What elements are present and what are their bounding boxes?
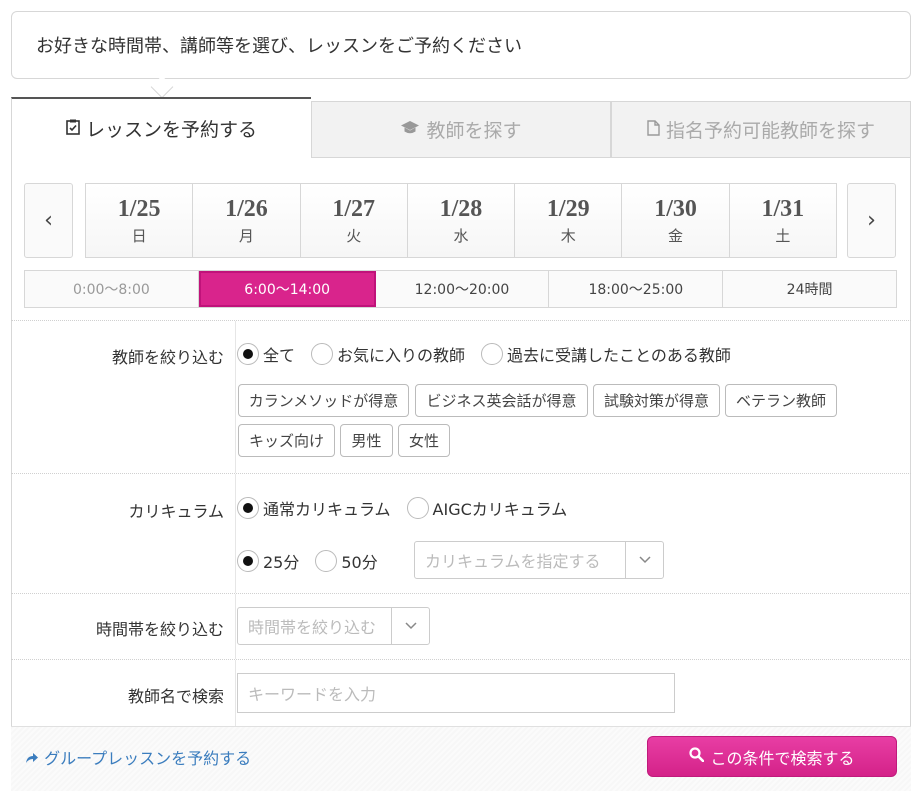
curriculum-select-placeholder: カリキュラムを指定する [425, 552, 601, 571]
name-search-label: 教師名で検索 [127, 687, 224, 706]
date-item[interactable]: 1/25 日 [86, 184, 194, 257]
chevron-left-icon: ‹ [44, 208, 53, 233]
time-slot[interactable]: 12:00〜20:00 [375, 271, 550, 307]
time-slot[interactable]: 0:00〜8:00 [25, 271, 199, 307]
time-slot[interactable]: 24時間 [723, 271, 896, 307]
date-weekday: 日 [131, 226, 147, 245]
date-item[interactable]: 1/27 火 [300, 184, 408, 257]
document-icon [647, 119, 660, 140]
row-divider [235, 594, 236, 659]
duration-options: 25分 50分 [237, 549, 394, 573]
radio-favorite-teachers[interactable]: お気に入りの教師 [311, 342, 465, 366]
radio-label: 25分 [263, 553, 300, 572]
date-number: 1/31 [761, 195, 805, 222]
row-divider [235, 660, 236, 726]
radio-circle [311, 343, 334, 365]
search-button[interactable]: この条件で検索する [647, 736, 897, 777]
curriculum-select[interactable]: カリキュラムを指定する [414, 541, 664, 579]
time-filter-select[interactable]: 時間帯を絞り込む [237, 607, 430, 645]
curriculum-type-options: 通常カリキュラム AIGCカリキュラム [237, 496, 583, 520]
tab-label: レッスンを予約する [85, 119, 257, 141]
tag-kids[interactable]: キッズ向け [238, 424, 335, 457]
teacher-filter-options: 全て お気に入りの教師 過去に受講したことのある教師 [237, 342, 747, 366]
tag-male[interactable]: 男性 [340, 424, 393, 457]
radio-label: 通常カリキュラム [263, 500, 391, 519]
clipboard-check-icon [66, 119, 80, 139]
curriculum-label: カリキュラム [128, 502, 224, 521]
tag-female[interactable]: 女性 [398, 424, 450, 457]
date-number: 1/28 [439, 195, 483, 222]
radio-50min[interactable]: 50分 [315, 549, 378, 573]
radio-all[interactable]: 全て [237, 342, 295, 366]
row-divider [235, 474, 236, 593]
time-filter-row: 時間帯を絞り込む [11, 593, 911, 659]
date-number: 1/27 [332, 195, 376, 222]
tab-find-teacher[interactable]: 教師を探す [311, 101, 611, 158]
time-slot-selected[interactable]: 6:00〜14:00 [198, 271, 376, 307]
bubble-pointer [150, 75, 174, 99]
instruction-bubble: お好きな時間帯、講師等を選び、レッスンをご予約ください [11, 11, 911, 99]
tab-bar: レッスンを予約する 教師を探す 指名予約可能教師を探す [11, 97, 911, 158]
date-number: 1/26 [225, 195, 268, 222]
teacher-name-input[interactable]: キーワードを入力 [237, 673, 675, 713]
radio-label: 50分 [341, 553, 378, 572]
search-icon [689, 747, 705, 766]
date-item[interactable]: 1/30 金 [622, 184, 730, 257]
tab-label: 指名予約可能教師を探す [665, 120, 875, 142]
group-lesson-link[interactable]: グループレッスンを予約する [25, 745, 251, 769]
date-number: 1/25 [117, 195, 161, 222]
radio-standard-curriculum[interactable]: 通常カリキュラム [237, 496, 391, 520]
radio-label: 全て [263, 346, 296, 365]
row-divider [235, 321, 236, 473]
chevron-right-icon: › [867, 208, 876, 233]
date-item[interactable]: 1/28 水 [407, 184, 516, 257]
tag-business-english[interactable]: ビジネス英会話が得意 [415, 384, 588, 417]
radio-circle [315, 550, 338, 572]
date-weekday: 土 [775, 226, 791, 245]
time-slot[interactable]: 18:00〜25:00 [549, 271, 724, 307]
radio-circle [237, 343, 259, 365]
teacher-filter-label: 教師を絞り込む [111, 348, 224, 367]
radio-25min[interactable]: 25分 [237, 549, 299, 573]
tag-veteran[interactable]: ベテラン教師 [725, 384, 837, 417]
chevron-down-icon [625, 542, 663, 578]
time-filter-label: 時間帯を絞り込む [95, 620, 224, 639]
tab-book-lesson[interactable]: レッスンを予約する [11, 97, 311, 158]
share-arrow-icon [25, 749, 44, 768]
date-item[interactable]: 1/31 土 [729, 184, 836, 257]
tab-label: 教師を探す [426, 120, 522, 142]
tab-find-nominated-teacher[interactable]: 指名予約可能教師を探す [611, 101, 911, 158]
date-weekday: 月 [238, 226, 254, 245]
date-item[interactable]: 1/26 月 [193, 184, 301, 257]
chevron-down-icon [391, 608, 429, 644]
tag-exam-prep[interactable]: 試験対策が得意 [593, 384, 720, 417]
radio-past-teachers[interactable]: 過去に受講したことのある教師 [481, 342, 731, 366]
radio-circle [237, 497, 259, 519]
time-slot-selector: 0:00〜8:00 6:00〜14:00 12:00〜20:00 18:00〜2… [24, 270, 897, 308]
date-item[interactable]: 1/29 木 [515, 184, 623, 257]
teacher-name-placeholder: キーワードを入力 [248, 685, 377, 704]
search-button-label: この条件で検索する [710, 748, 855, 768]
date-weekday: 火 [346, 226, 362, 245]
date-weekday: 水 [453, 226, 469, 245]
radio-circle [406, 497, 429, 519]
radio-aigc-curriculum[interactable]: AIGCカリキュラム [406, 496, 568, 520]
date-selector: 1/25 日 1/26 月 1/27 火 1/28 水 1/29 木 1/30 金 1/31… [85, 183, 837, 258]
instruction-text: お好きな時間帯、講師等を選び、レッスンをご予約ください [36, 36, 522, 57]
group-lesson-label: グループレッスンを予約する [44, 749, 252, 768]
graduation-cap-icon [400, 120, 420, 140]
radio-circle [237, 550, 259, 572]
tag-callan-method[interactable]: カランメソッドが得意 [238, 384, 409, 417]
date-weekday: 金 [668, 226, 684, 245]
date-number: 1/30 [654, 195, 697, 222]
date-weekday: 木 [560, 226, 576, 245]
next-week-button[interactable]: › [847, 183, 896, 258]
radio-label: AIGCカリキュラム [432, 500, 568, 519]
date-number: 1/29 [546, 195, 590, 222]
time-filter-placeholder: 時間帯を絞り込む [248, 618, 377, 637]
prev-week-button[interactable]: ‹ [24, 183, 73, 258]
radio-label: 過去に受講したことのある教師 [507, 346, 731, 365]
radio-label: お気に入りの教師 [337, 346, 466, 365]
radio-circle [481, 343, 504, 365]
